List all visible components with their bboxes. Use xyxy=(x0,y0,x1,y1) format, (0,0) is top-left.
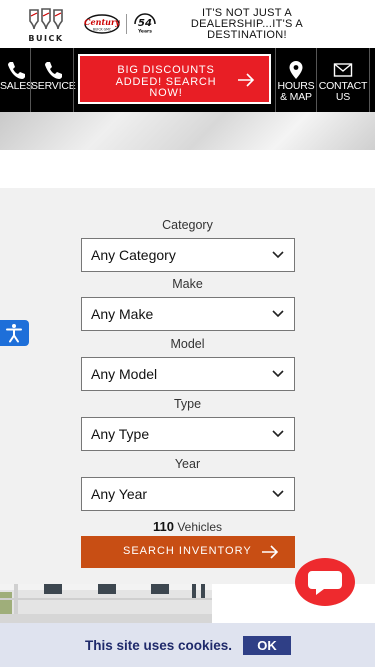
dealership-building-image xyxy=(0,584,212,624)
category-select[interactable]: Any Category xyxy=(81,238,295,272)
make-value: Any Make xyxy=(91,306,154,322)
site-header: BUICK Century BUICK GMC 54 Years IT'S NO… xyxy=(0,0,375,48)
buick-wordmark: BUICK xyxy=(28,34,64,43)
century-dealer-logo[interactable]: Century BUICK GMC xyxy=(84,14,120,34)
nav-contact-label: CONTACT US xyxy=(318,80,368,103)
accessibility-button[interactable] xyxy=(0,320,29,346)
phone-icon xyxy=(45,62,62,79)
map-pin-icon xyxy=(289,61,303,79)
svg-text:Years: Years xyxy=(137,29,152,35)
cookie-message: This site uses cookies. xyxy=(85,638,233,653)
logo-divider xyxy=(126,14,127,34)
chevron-down-icon xyxy=(272,490,284,498)
phone-icon xyxy=(8,62,25,79)
type-value: Any Type xyxy=(91,426,150,442)
search-inventory-button[interactable]: SEARCH INVENTORY xyxy=(81,536,295,568)
vehicle-count-number: 110 xyxy=(152,519,174,534)
buick-tri-shield-icon xyxy=(29,8,63,30)
svg-text:BUICK GMC: BUICK GMC xyxy=(93,28,112,32)
year-select[interactable]: Any Year xyxy=(81,477,295,511)
envelope-icon xyxy=(333,63,353,77)
category-value: Any Category xyxy=(91,247,176,263)
type-label: Type xyxy=(173,397,202,411)
vehicle-count-label: Vehicles xyxy=(177,520,223,534)
nav-sales-label: SALES xyxy=(0,80,33,92)
nav-divider xyxy=(73,48,74,112)
nav-divider xyxy=(369,48,370,112)
arrow-right-icon xyxy=(262,545,279,559)
cookie-banner: This site uses cookies. OK xyxy=(0,623,375,667)
year-label: Year xyxy=(174,457,201,471)
model-label: Model xyxy=(170,337,205,351)
hero-spacer xyxy=(0,150,375,188)
hero-banner xyxy=(0,112,375,150)
search-inventory-label: SEARCH INVENTORY xyxy=(123,545,252,557)
accessibility-icon xyxy=(6,324,22,343)
svg-text:Century: Century xyxy=(84,17,120,27)
chevron-down-icon xyxy=(272,430,284,438)
nav-hours-map[interactable]: HOURS & MAP xyxy=(276,48,316,112)
arrow-right-icon xyxy=(238,73,255,87)
svg-text:54: 54 xyxy=(138,18,152,29)
promo-search-button[interactable]: BIG DISCOUNTS ADDED! SEARCH NOW! xyxy=(78,54,271,104)
years-anniversary-badge: 54 Years xyxy=(134,13,156,35)
model-select[interactable]: Any Model xyxy=(81,357,295,391)
promo-label: BIG DISCOUNTS ADDED! SEARCH NOW! xyxy=(115,64,217,99)
type-select[interactable]: Any Type xyxy=(81,417,295,451)
nav-service-label: SERVICE xyxy=(31,80,76,92)
cookie-ok-button[interactable]: OK xyxy=(243,636,291,655)
vehicle-count: 110 Vehicles xyxy=(0,519,375,534)
category-label: Category xyxy=(162,218,213,232)
year-value: Any Year xyxy=(91,486,148,502)
dealer-tagline: IT'S NOT JUST A DEALERSHIP...IT'S A DEST… xyxy=(190,7,304,41)
chevron-down-icon xyxy=(272,251,284,259)
chevron-down-icon xyxy=(272,370,284,378)
chevron-down-icon xyxy=(272,310,284,318)
make-select[interactable]: Any Make xyxy=(81,297,295,331)
nav-bar: SALES SERVICE BIG DISCOUNTS ADDED! SEARC… xyxy=(0,48,375,112)
chat-bubble-icon[interactable] xyxy=(294,557,356,607)
model-value: Any Model xyxy=(91,366,158,382)
nav-service[interactable]: SERVICE xyxy=(31,48,76,112)
nav-sales[interactable]: SALES xyxy=(0,48,33,112)
building-illustration xyxy=(0,584,212,624)
make-label: Make xyxy=(172,277,203,291)
nav-hours-label: HOURS & MAP xyxy=(277,80,315,103)
buick-logo[interactable]: BUICK xyxy=(22,7,70,43)
nav-contact[interactable]: CONTACT US xyxy=(317,48,369,112)
